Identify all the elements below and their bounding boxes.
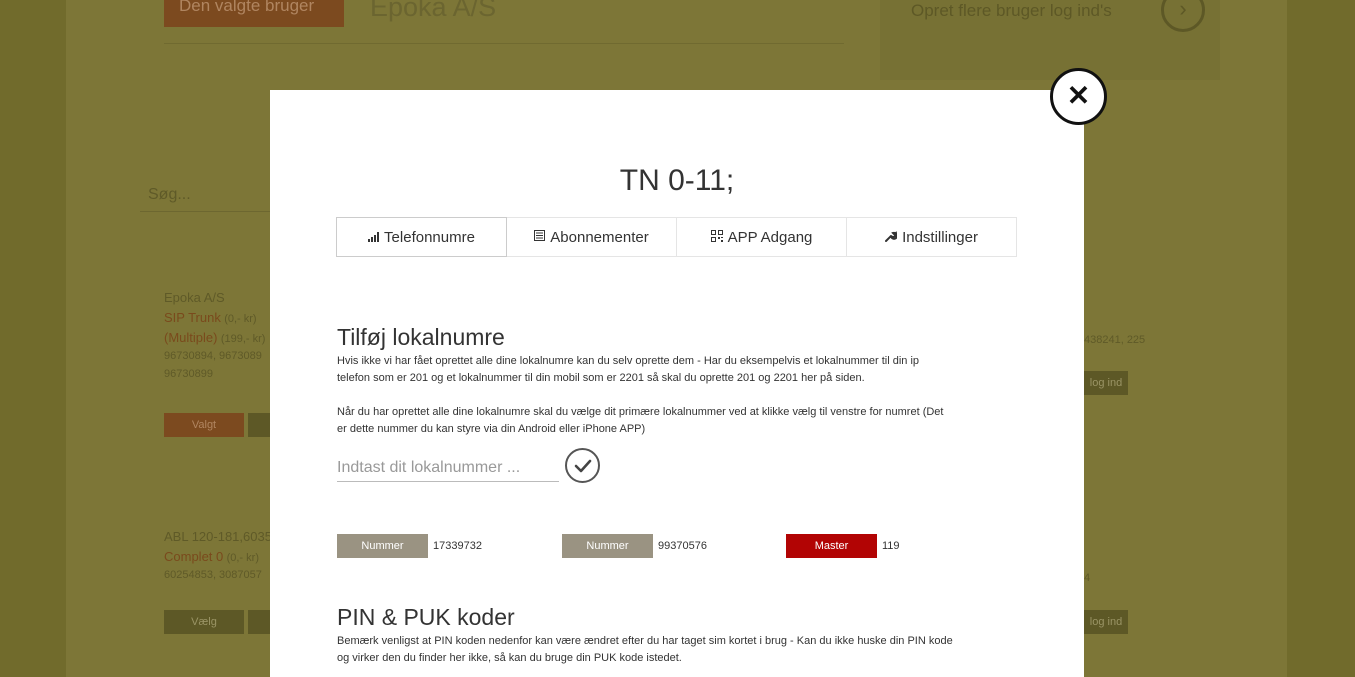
tab-label: Indstillinger — [902, 228, 978, 246]
login-button[interactable]: log ind — [1084, 610, 1128, 634]
card-button[interactable] — [248, 413, 270, 437]
modal-title: TN 0-11; — [619, 164, 735, 197]
signal-icon — [368, 232, 380, 242]
list-icon — [534, 230, 546, 244]
tab-label: APP Adgang — [727, 228, 813, 246]
card-line1-price: (0,- kr) — [224, 313, 257, 325]
section-description: Hvis ikke vi har fået oprettet alle dine… — [337, 353, 1017, 438]
close-icon[interactable]: ✕ — [1050, 68, 1107, 125]
card-line1-price: (0,- kr) — [226, 552, 259, 564]
section-title-add-extensions: Tilføj lokalnumre — [337, 324, 505, 350]
card-numbers: 96730894, 9673089 — [164, 350, 262, 362]
master-chip[interactable]: Master — [786, 534, 877, 558]
card-line1: Complet 0 — [164, 549, 224, 564]
card-line2-price: (199,- kr) — [220, 333, 266, 345]
card-button[interactable] — [248, 610, 270, 634]
create-login-link[interactable]: Opret flere bruger log ind's — [911, 1, 1112, 21]
description-line: Hvis ikke vi har fået oprettet alle dine… — [337, 355, 920, 367]
number-value: 119 — [882, 540, 900, 552]
section-title-pin-puk: PIN & PUK koder — [337, 604, 515, 630]
extension-input[interactable] — [337, 455, 559, 482]
section-description: Bemærk venligst at PIN koden nedenfor ka… — [337, 633, 1017, 667]
description-line: Bemærk venligst at PIN koden nedenfor ka… — [337, 635, 953, 647]
card-name: ABL 120-181,6035 — [164, 529, 272, 544]
background-right-margin — [1287, 0, 1355, 677]
checkmark-icon[interactable] — [565, 448, 600, 483]
card-right-numbers: 4 — [1084, 572, 1091, 584]
card-line1: SIP Trunk — [164, 310, 221, 325]
tab-indstillinger[interactable]: Indstillinger — [847, 217, 1017, 257]
number-value: 17339732 — [433, 540, 482, 552]
card-numbers: 60254853, 3087057 — [164, 569, 262, 581]
description-line: telefon som er 201 og et lokalnummer til… — [337, 372, 865, 384]
selected-user-button[interactable]: Den valgte bruger — [164, 0, 344, 27]
card-right-numbers: 438241, 225 — [1084, 334, 1146, 346]
qrcode-icon — [710, 229, 723, 245]
tab-bar: Telefonnumre Abonnementer APP Adgang Ind… — [336, 217, 1017, 257]
tab-telefonnumre[interactable]: Telefonnumre — [336, 217, 507, 257]
description-line: og virker den du finder her ikke, så kan… — [337, 652, 682, 664]
card-line2: (Multiple) — [164, 330, 218, 345]
tab-label: Telefonnumre — [384, 228, 475, 246]
wrench-icon — [885, 230, 899, 245]
company-title: Epoka A/S — [370, 0, 497, 22]
description-line: er dette nummer du kan styre via din And… — [337, 423, 646, 435]
number-chip[interactable]: Nummer — [562, 534, 653, 558]
tab-app-adgang[interactable]: APP Adgang — [677, 217, 847, 257]
tab-abonnementer[interactable]: Abonnementer — [507, 217, 677, 257]
card-numbers: 96730899 — [164, 368, 213, 380]
user-card: Epoka A/S SIP Trunk (0,- kr) (Multiple) … — [164, 290, 265, 380]
tab-label: Abonnementer — [550, 228, 649, 246]
divider — [164, 43, 844, 44]
card-name: Epoka A/S — [164, 290, 225, 305]
select-user-button[interactable]: Valgt — [164, 413, 244, 437]
login-button[interactable]: log ind — [1084, 371, 1128, 395]
modal-dialog: TN 0-11; Telefonnumre Abonnementer APP A… — [270, 90, 1084, 677]
background-left-margin — [0, 0, 66, 677]
number-chip[interactable]: Nummer — [337, 534, 428, 558]
number-value: 99370576 — [658, 540, 707, 552]
user-card: ABL 120-181,6035 Complet 0 (0,- kr) 6025… — [164, 529, 272, 581]
search-input[interactable]: Søg... — [140, 186, 280, 212]
description-line: Når du har oprettet alle dine lokalnumre… — [337, 406, 944, 418]
select-user-button[interactable]: Vælg — [164, 610, 244, 634]
